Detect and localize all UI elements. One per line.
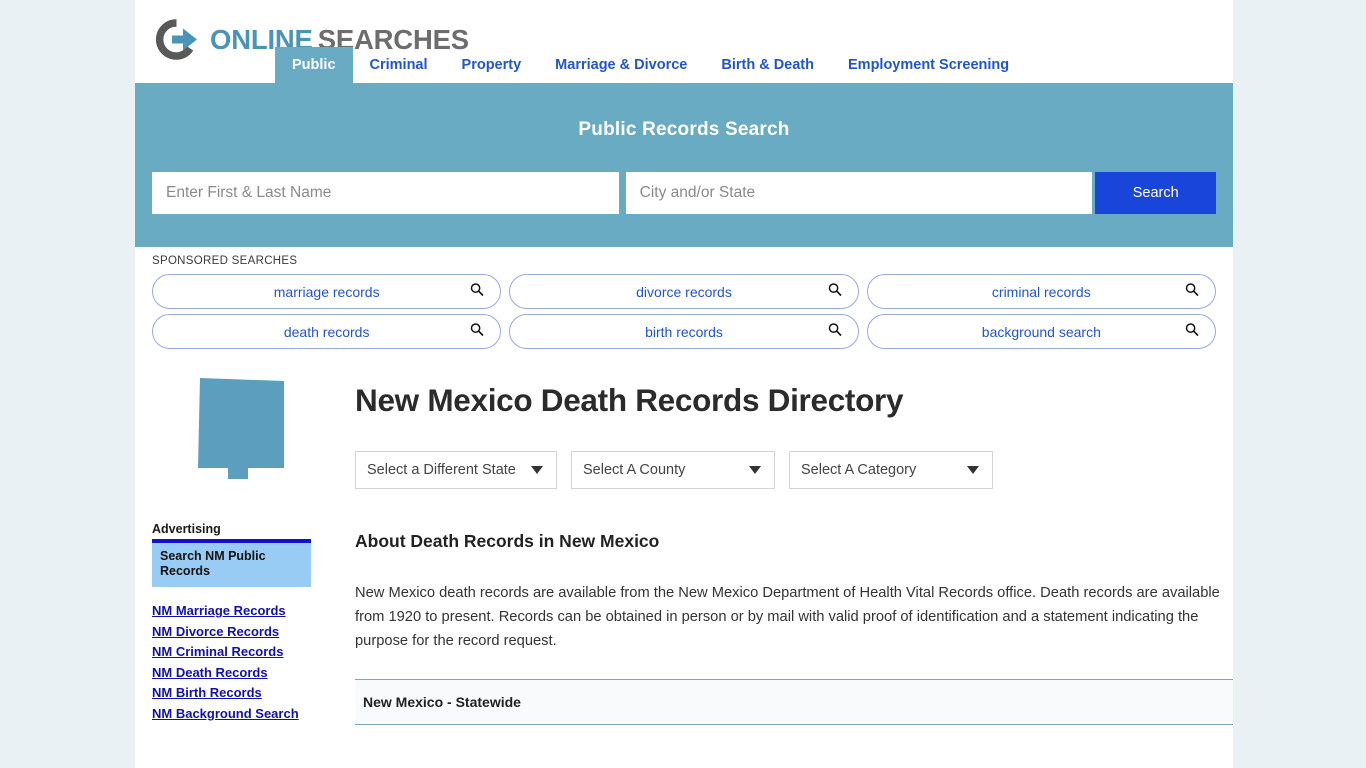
- sponsored-row-1: marriage records divorce records crimina…: [152, 274, 1216, 309]
- page-title: New Mexico Death Records Directory: [355, 382, 904, 418]
- filter-selects: Select a Different State Select A County…: [355, 451, 1233, 489]
- sponsored-pill-background-search[interactable]: background search: [866, 314, 1216, 349]
- sponsored-pill-label: birth records: [645, 323, 723, 340]
- tab-employment-screening[interactable]: Employment Screening: [831, 47, 1026, 83]
- select-category-label: Select A Category: [801, 462, 917, 478]
- ad-search-nm-public-records[interactable]: Search NM Public Records: [152, 539, 311, 588]
- tab-birth-death[interactable]: Birth & Death: [704, 47, 831, 83]
- main-content: New Mexico Death Records Directory Selec…: [332, 364, 1233, 726]
- search-name-input[interactable]: [152, 172, 619, 214]
- select-county-label: Select A County: [583, 462, 686, 478]
- sidebar: Advertising Search NM Public Records NM …: [152, 364, 332, 725]
- chevron-down-icon: [531, 466, 543, 474]
- table-row[interactable]: New Mexico - Statewide: [355, 680, 1233, 724]
- chevron-down-icon: [749, 466, 761, 474]
- sidebar-link-nm-marriage-records[interactable]: NM Marriage Records: [152, 601, 332, 622]
- sponsored-row-2: death records birth records background s…: [152, 314, 1216, 349]
- about-section-text: New Mexico death records are available f…: [355, 585, 1220, 649]
- sponsored-pill-label: background search: [981, 323, 1101, 340]
- select-state-label: Select a Different State: [367, 462, 516, 478]
- advertising-label: Advertising: [152, 522, 221, 536]
- sponsored-pill-label: death records: [283, 323, 370, 340]
- sidebar-link-nm-death-records[interactable]: NM Death Records: [152, 663, 332, 684]
- page-container: ONLINE SEARCHES Public Criminal Property …: [135, 0, 1233, 768]
- site-header: ONLINE SEARCHES Public Criminal Property …: [135, 0, 1233, 83]
- about-section-heading: About Death Records in New Mexico: [355, 531, 660, 551]
- sponsored-pill-death-records[interactable]: death records: [152, 314, 502, 349]
- tab-property[interactable]: Property: [445, 47, 539, 83]
- magnifier-icon: [828, 322, 842, 341]
- sponsored-pill-criminal-records[interactable]: criminal records: [866, 274, 1216, 309]
- magnifier-icon: [470, 322, 484, 341]
- search-city-state-input[interactable]: [625, 172, 1093, 214]
- select-category-dropdown[interactable]: Select A Category: [789, 451, 993, 489]
- hero-title: Public Records Search: [578, 119, 790, 140]
- search-submit-button[interactable]: Search: [1095, 172, 1217, 214]
- sponsored-pill-birth-records[interactable]: birth records: [509, 314, 859, 349]
- sidebar-link-nm-birth-records[interactable]: NM Birth Records: [152, 683, 332, 704]
- sidebar-link-nm-criminal-records[interactable]: NM Criminal Records: [152, 642, 332, 663]
- new-mexico-map-icon: [152, 372, 332, 492]
- sponsored-pill-marriage-records[interactable]: marriage records: [152, 274, 502, 309]
- tab-public[interactable]: Public: [275, 47, 353, 83]
- records-table: New Mexico - Statewide: [355, 679, 1233, 726]
- sponsored-pill-divorce-records[interactable]: divorce records: [509, 274, 859, 309]
- chevron-down-icon: [967, 466, 979, 474]
- sidebar-link-nm-background-search[interactable]: NM Background Search: [152, 704, 332, 725]
- hero-search-panel: Public Records Search Search: [135, 83, 1233, 247]
- primary-navigation: Public Criminal Property Marriage & Divo…: [135, 47, 1233, 83]
- select-state-dropdown[interactable]: Select a Different State: [355, 451, 557, 489]
- sponsored-searches-section: SPONSORED SEARCHES marriage records divo…: [135, 247, 1233, 364]
- magnifier-icon: [1185, 322, 1199, 341]
- public-records-search-form: Search: [152, 172, 1217, 214]
- sidebar-link-nm-divorce-records[interactable]: NM Divorce Records: [152, 622, 332, 643]
- tab-criminal[interactable]: Criminal: [353, 47, 445, 83]
- tab-marriage-divorce[interactable]: Marriage & Divorce: [538, 47, 704, 83]
- magnifier-icon: [470, 282, 484, 301]
- select-county-dropdown[interactable]: Select A County: [571, 451, 775, 489]
- sponsored-pill-label: divorce records: [636, 283, 732, 300]
- magnifier-icon: [1185, 282, 1199, 301]
- sponsored-pill-label: criminal records: [991, 283, 1091, 300]
- sponsored-searches-label: SPONSORED SEARCHES: [152, 255, 298, 267]
- content-body: Advertising Search NM Public Records NM …: [135, 364, 1233, 726]
- sponsored-pill-label: marriage records: [273, 283, 380, 300]
- magnifier-icon: [828, 282, 842, 301]
- sidebar-links: NM Marriage Records NM Divorce Records N…: [152, 601, 332, 724]
